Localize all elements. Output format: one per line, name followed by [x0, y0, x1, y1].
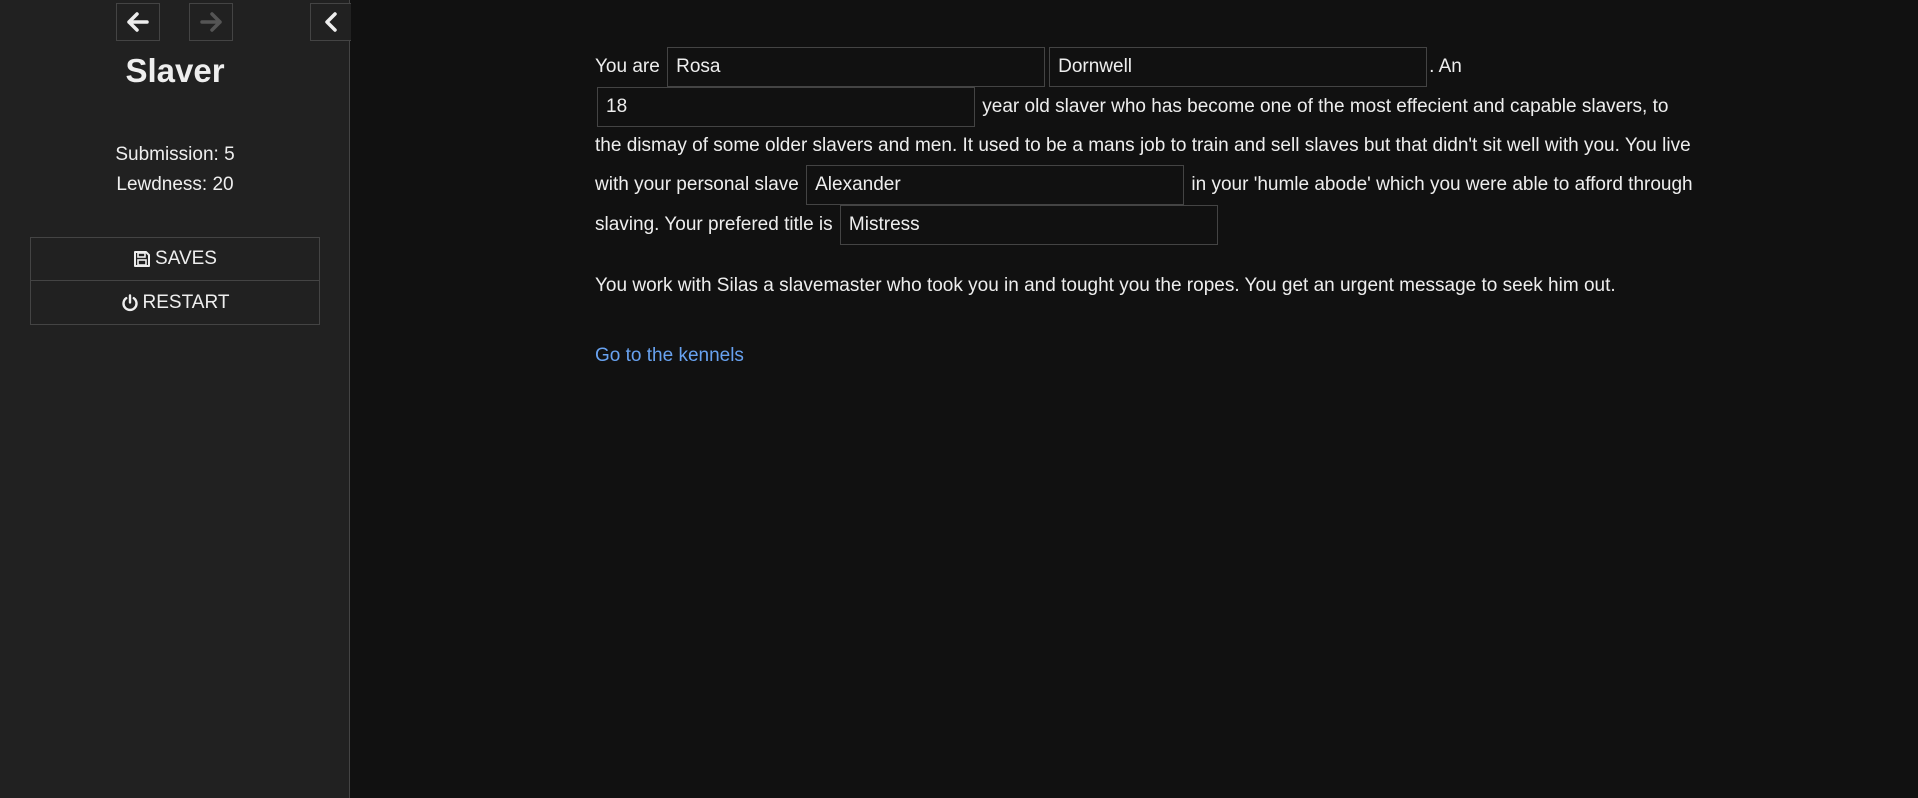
- story-passage: You are . An year old slaver who has bec…: [595, 47, 1695, 375]
- stat-submission: Submission: 5: [115, 144, 235, 165]
- sidebar-collapse-button[interactable]: [310, 3, 351, 41]
- intro-text-2: . An: [1429, 56, 1462, 78]
- story-title: Slaver: [125, 52, 225, 89]
- sidebar: Slaver Submission: 5 Lewdness: 20 SAVES: [0, 0, 351, 798]
- history-forward-button[interactable]: [189, 3, 233, 41]
- go-to-kennels-link[interactable]: Go to the kennels: [595, 337, 744, 375]
- sidebar-menu: SAVES RESTART: [30, 237, 320, 325]
- slave-name-input[interactable]: [806, 165, 1185, 205]
- chevron-left-icon: [324, 12, 338, 32]
- age-input[interactable]: [597, 87, 975, 127]
- saves-label: SAVES: [155, 248, 217, 269]
- restart-button[interactable]: RESTART: [30, 281, 320, 325]
- title-input[interactable]: [839, 205, 1218, 245]
- stat-lewdness: Lewdness: 20: [116, 174, 234, 195]
- silas-paragraph: You work with Silas a slavemaster who to…: [595, 275, 1616, 296]
- last-name-input[interactable]: [1049, 47, 1428, 87]
- power-icon: [121, 293, 139, 312]
- intro-paragraph: You are . An year old slaver who has bec…: [595, 47, 1695, 245]
- first-name-input[interactable]: [667, 47, 1046, 87]
- restart-label: RESTART: [142, 291, 230, 313]
- arrow-left-icon: [127, 12, 149, 32]
- stats-panel: Submission: 5 Lewdness: 20: [0, 140, 350, 200]
- history-back-button[interactable]: [116, 3, 160, 41]
- floppy-disk-icon: [133, 250, 151, 268]
- saves-button[interactable]: SAVES: [30, 237, 320, 281]
- arrow-right-icon: [200, 12, 222, 32]
- intro-text-1: You are: [595, 56, 660, 78]
